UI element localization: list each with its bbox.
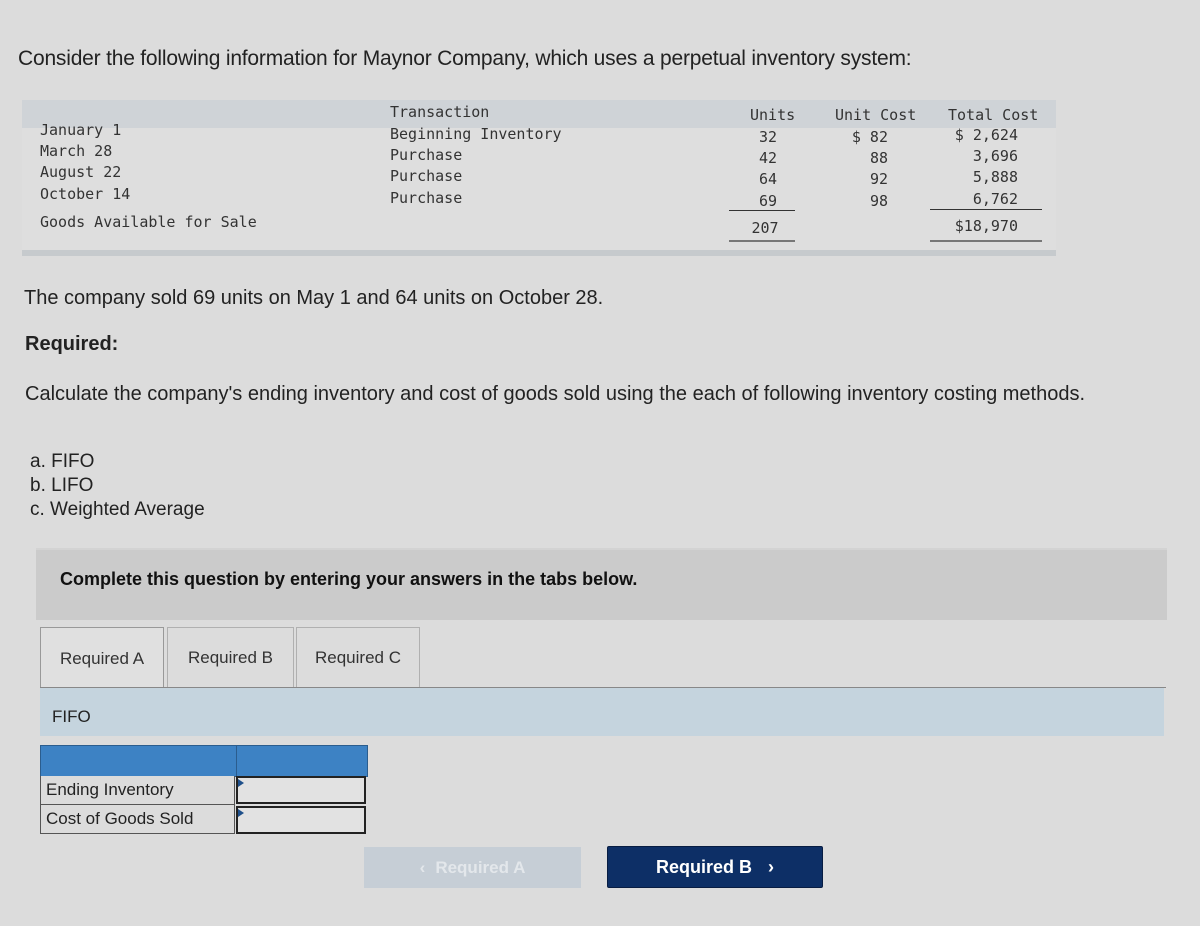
banner-text: Complete this question by entering your … [60,569,638,589]
total-units: 207 [751,219,779,237]
ending-inventory-label: Ending Inventory [40,776,235,805]
tab-label: Required A [59,649,145,668]
row-date: January 1 [40,121,122,139]
row-total-cost: 5,888 [972,168,1018,186]
total-cost-subtotal-rule [930,209,1042,210]
header-total-cost: Total Cost [948,106,1039,124]
row-total-cost: $ 2,624 [954,126,1018,144]
ending-inventory-input[interactable] [236,776,366,804]
next-required-b-button[interactable]: Required B › [607,846,823,888]
total-label: Goods Available for Sale [40,213,257,231]
row-units: 69 [758,192,778,210]
section-title: FIFO [52,707,91,726]
row-total-cost: 6,762 [972,190,1018,208]
tab-required-c[interactable]: Required C [296,627,420,688]
row-units: 32 [758,128,778,146]
inventory-table: Transaction Units Unit Cost Total Cost J… [22,100,1056,256]
instructions-banner: Complete this question by entering your … [36,548,1167,620]
row-unit-cost: 88 [869,149,888,167]
tab-label: Required B [187,648,274,667]
row-date: March 28 [40,142,113,160]
tab-required-b[interactable]: Required B [167,627,294,688]
row-date: October 14 [40,185,131,203]
row-unit-cost: $ 82 [851,128,888,146]
row-units: 42 [758,149,778,167]
tab-required-a[interactable]: Required A [40,627,164,690]
chevron-right-icon: › [768,856,774,877]
method-item-fifo: a. FIFO [30,451,95,472]
row-total-cost: 3,696 [972,147,1018,165]
next-button-label: Required B [655,856,752,877]
input-marker-icon [238,779,244,787]
total-cost-total-rule [930,240,1042,242]
row-transaction: Purchase [390,167,463,185]
row-units: 64 [758,170,778,188]
prev-button-label: Required A [435,857,526,877]
instructions-text: Calculate the company's ending inventory… [25,383,1086,405]
methods-list: a. FIFO b. LIFO c. Weighted Average [30,450,205,522]
method-item-weighted-average: c. Weighted Average [30,499,205,520]
section-header: FIFO [40,688,1164,736]
row-transaction: Beginning Inventory [390,125,562,143]
required-heading: Required: [25,333,119,355]
answer-table-header [40,745,368,777]
cost-of-goods-sold-input[interactable] [236,806,366,834]
previous-required-a-button[interactable]: ‹ Required A [364,847,581,888]
chevron-left-icon: ‹ [419,857,426,877]
units-total-rule [729,240,795,242]
header-transaction: Transaction [390,103,490,121]
row-date: August 22 [40,163,122,181]
row-transaction: Purchase [390,146,463,164]
header-units: Units [750,106,796,124]
units-sold-text: The company sold 69 units on May 1 and 6… [24,287,604,309]
row-unit-cost: 98 [869,192,888,210]
total-cost: $18,970 [954,217,1018,235]
header-unit-cost: Unit Cost [835,106,917,124]
answer-table-header-divider [236,746,237,776]
cost-of-goods-sold-label: Cost of Goods Sold [40,805,235,834]
inventory-table-footer-band [22,250,1056,256]
row-transaction: Purchase [390,189,463,207]
input-marker-icon [238,809,244,817]
row-unit-cost: 92 [869,170,888,188]
problem-intro: Consider the following information for M… [18,47,912,70]
method-item-lifo: b. LIFO [30,475,94,496]
tab-label: Required C [315,648,401,667]
units-subtotal-rule [729,210,795,211]
